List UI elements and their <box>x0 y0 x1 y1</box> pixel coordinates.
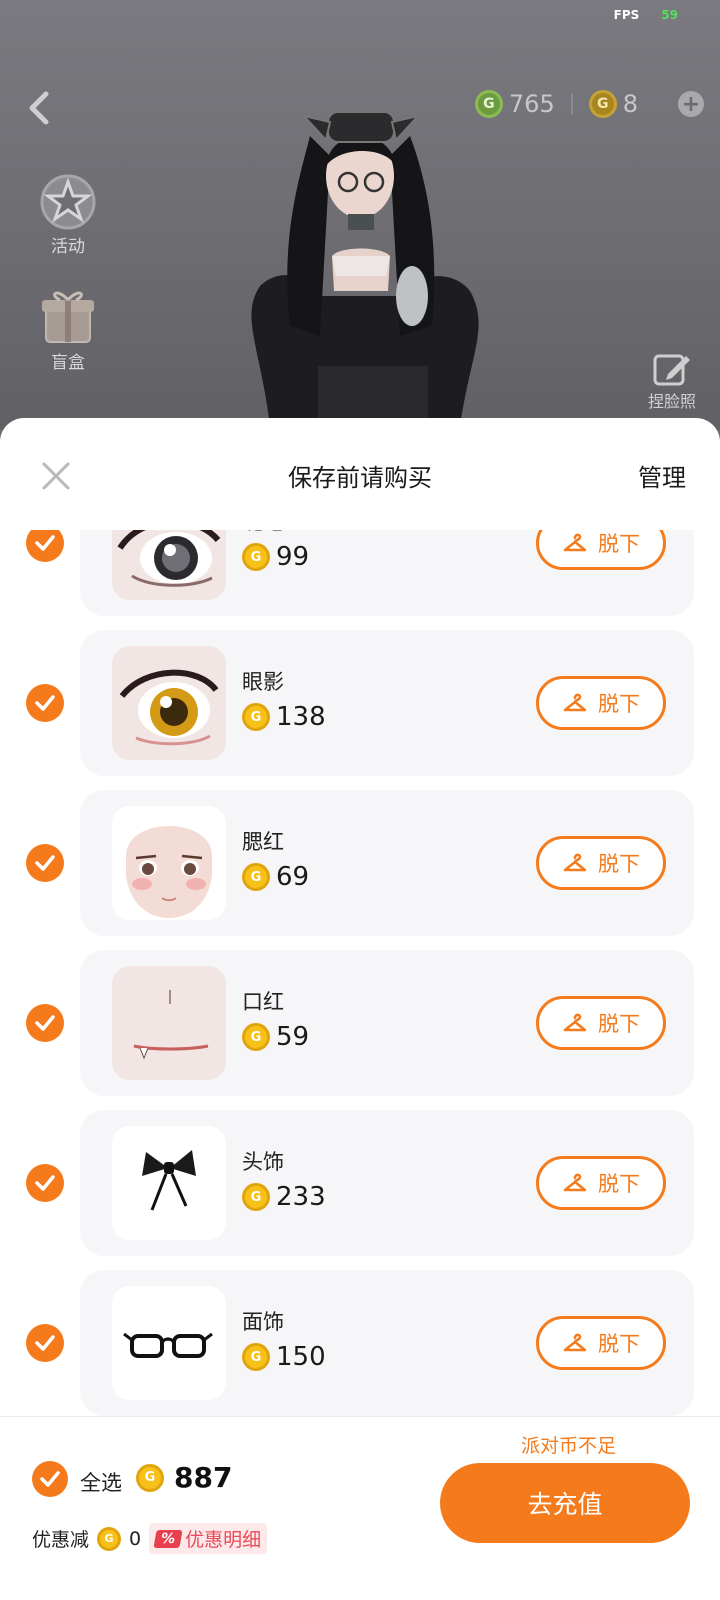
item-checkbox[interactable] <box>26 1004 64 1042</box>
hanger-icon <box>563 533 587 552</box>
insufficient-coins-notice: 派对币不足 <box>520 1435 616 1457</box>
check-icon <box>35 535 55 551</box>
eyeshadow-thumbnail <box>112 646 226 760</box>
hanger-icon <box>563 853 587 872</box>
star-icon <box>40 174 96 230</box>
item-price: G 138 <box>242 702 326 732</box>
sheet-title: 保存前请购买 <box>288 464 432 492</box>
list-item: 口红 G 59 脱下 <box>0 950 720 1096</box>
coin-icon: G <box>242 863 270 891</box>
list-item: 睫毛 G 99 脱下 <box>0 530 720 616</box>
item-card: 眼影 G 138 脱下 <box>80 630 694 776</box>
select-all-checkbox[interactable] <box>32 1461 68 1497</box>
coin-icon: G <box>242 703 270 731</box>
take-off-button[interactable]: 脱下 <box>536 836 666 890</box>
item-name: 头饰 <box>242 1150 284 1174</box>
hanger-icon <box>563 693 587 712</box>
sheet-header: 保存前请购买 管理 <box>0 418 720 530</box>
manage-button[interactable]: 管理 <box>638 458 686 493</box>
edit-photo-icon <box>653 354 690 386</box>
discount-row: 优惠减 G 0 % 优惠明细 <box>32 1523 268 1554</box>
item-name: 睫毛 <box>242 530 284 536</box>
item-checkbox[interactable] <box>26 530 64 562</box>
take-off-button[interactable]: 脱下 <box>536 1156 666 1210</box>
list-item: 眼影 G 138 脱下 <box>0 630 720 776</box>
gift-box-icon <box>42 291 94 343</box>
hanger-icon <box>563 1173 587 1192</box>
item-name: 面饰 <box>242 1310 284 1334</box>
item-price: G 69 <box>242 862 309 892</box>
check-icon <box>35 695 55 711</box>
discount-value: 0 <box>129 1527 142 1550</box>
eyelash-thumbnail <box>112 530 226 600</box>
recharge-button[interactable]: 去充值 <box>440 1463 690 1543</box>
item-price: G 150 <box>242 1342 326 1372</box>
take-off-button[interactable]: 脱下 <box>536 676 666 730</box>
item-card: 面饰 G 150 脱下 <box>80 1270 694 1416</box>
item-card: 腮红 G 69 脱下 <box>80 790 694 936</box>
side-activity-label: 活动 <box>51 237 85 257</box>
item-list[interactable]: 睫毛 G 99 脱下 <box>0 530 720 1416</box>
face-edit-button[interactable]: 捏脸照 <box>648 352 696 412</box>
check-icon <box>35 855 55 871</box>
item-price: G 233 <box>242 1182 326 1212</box>
coin-icon: G <box>242 1023 270 1051</box>
item-card: 头饰 G 233 脱下 <box>80 1110 694 1256</box>
side-blindbox-button[interactable]: 盲盒 <box>36 284 100 373</box>
percent-badge-icon: % <box>153 1529 183 1548</box>
discount-label: 优惠减 <box>32 1529 90 1551</box>
coin-icon: G <box>242 543 270 571</box>
item-name: 口红 <box>242 990 284 1014</box>
checkout-footer: 派对币不足 全选 G 887 优惠减 G 0 % 优惠明细 去充值 <box>0 1416 720 1600</box>
divider <box>570 93 573 115</box>
face-edit-label: 捏脸照 <box>647 392 696 411</box>
check-icon <box>40 1471 60 1487</box>
gold-coin-balance: G 8 <box>588 90 638 118</box>
list-item: 面饰 G 150 脱下 <box>0 1270 720 1416</box>
take-off-button[interactable]: 脱下 <box>536 1316 666 1370</box>
item-card: 睫毛 G 99 脱下 <box>80 530 694 616</box>
glasses-thumbnail <box>112 1286 226 1400</box>
item-name: 腮红 <box>242 830 284 854</box>
coin-icon: G <box>242 1343 270 1371</box>
take-off-button[interactable]: 脱下 <box>536 530 666 570</box>
item-price: G 59 <box>242 1022 309 1052</box>
list-item: 腮红 G 69 脱下 <box>0 790 720 936</box>
total-price: G 887 <box>136 1461 232 1494</box>
avatar-character <box>251 111 479 426</box>
avatar-scene: FPS 59 G 765 G 8 + 活动 盲盒 捏脸照 <box>0 0 720 430</box>
lipstick-thumbnail <box>112 966 226 1080</box>
check-icon <box>35 1015 55 1031</box>
fps-counter: FPS 59 <box>613 8 678 22</box>
back-arrow-icon[interactable] <box>24 88 56 128</box>
item-checkbox[interactable] <box>26 1164 64 1202</box>
add-coins-button[interactable]: + <box>678 91 704 117</box>
blush-thumbnail <box>112 806 226 920</box>
check-icon <box>35 1175 55 1191</box>
coin-icon: G <box>97 1526 122 1551</box>
item-checkbox[interactable] <box>26 1324 64 1362</box>
coin-icon: G <box>136 1463 164 1492</box>
item-checkbox[interactable] <box>26 844 64 882</box>
list-item: 头饰 G 233 脱下 <box>0 1110 720 1256</box>
select-all-label[interactable]: 全选 <box>80 1467 122 1497</box>
take-off-button[interactable]: 脱下 <box>536 996 666 1050</box>
side-blindbox-label: 盲盒 <box>51 353 85 373</box>
check-icon <box>35 1335 55 1351</box>
side-activity-button[interactable]: 活动 <box>36 168 100 257</box>
coin-icon: G <box>242 1183 270 1211</box>
bow-thumbnail <box>112 1126 226 1240</box>
gold-coin-icon: G <box>588 90 617 118</box>
item-price: G 99 <box>242 542 309 572</box>
hanger-icon <box>563 1013 587 1032</box>
item-name: 眼影 <box>242 670 284 694</box>
item-card: 口红 G 59 脱下 <box>80 950 694 1096</box>
item-checkbox[interactable] <box>26 684 64 722</box>
discount-detail-link[interactable]: % 优惠明细 <box>149 1523 268 1554</box>
hanger-icon <box>563 1333 587 1352</box>
